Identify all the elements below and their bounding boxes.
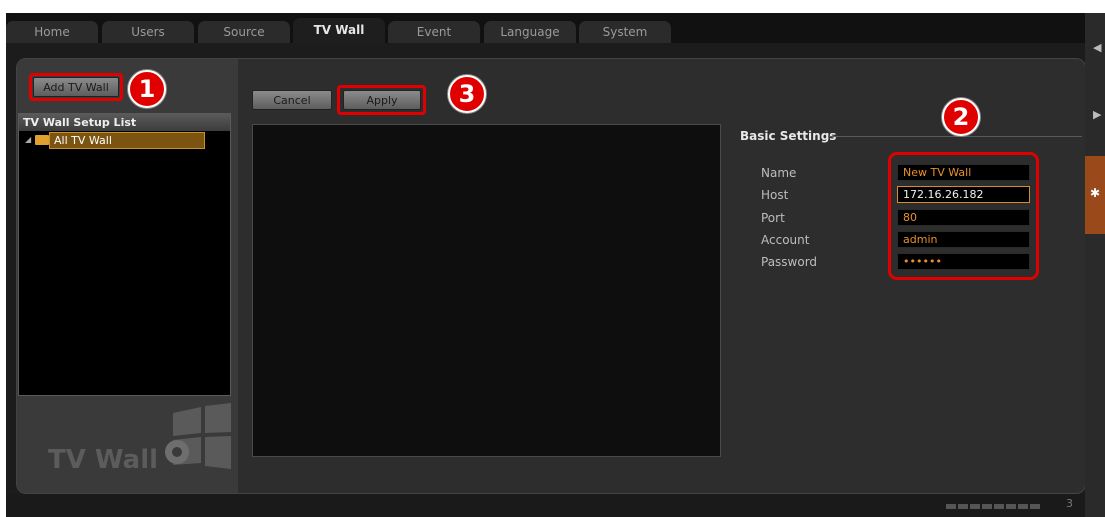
status-count: 3 (1066, 497, 1073, 510)
tab-home[interactable]: Home (6, 21, 98, 43)
host-label: Host (761, 188, 789, 202)
main-tab-bar: Home Users Source TV Wall Event Language… (6, 13, 1091, 43)
step-2-badge: 2 (942, 98, 980, 136)
expand-icon[interactable]: ▶ (1093, 108, 1101, 121)
name-label: Name (761, 166, 797, 180)
highlight-add-tv-wall (29, 73, 123, 101)
signal-meter (946, 504, 1040, 509)
tree-item-label: All TV Wall (54, 134, 112, 147)
tab-source[interactable]: Source (198, 21, 290, 43)
tree-item-all-tv-wall[interactable]: All TV Wall (49, 132, 205, 149)
password-label: Password (761, 255, 818, 269)
tv-wall-logo: TV Wall (18, 403, 231, 478)
tree-header: TV Wall Setup List (19, 114, 230, 131)
side-settings-tab[interactable]: ✱ (1085, 156, 1105, 234)
section-divider (828, 136, 1082, 137)
step-3-badge: 3 (448, 75, 486, 113)
expand-arrow-icon[interactable]: ◢ (25, 135, 31, 144)
status-bar: 3 (6, 494, 1091, 517)
tab-event[interactable]: Event (388, 21, 480, 43)
collapse-icon[interactable]: ◀ (1093, 41, 1101, 54)
account-label: Account (761, 233, 810, 247)
highlight-basic-settings (888, 152, 1039, 280)
right-side-strip: ◀ ▶ ✱ (1085, 13, 1105, 517)
port-label: Port (761, 211, 785, 225)
app-window: Home Users Source TV Wall Event Language… (6, 13, 1091, 517)
cancel-button[interactable]: Cancel (252, 90, 332, 110)
step-1-badge: 1 (128, 70, 166, 108)
tab-tv-wall[interactable]: TV Wall (293, 18, 385, 43)
tab-users[interactable]: Users (102, 21, 194, 43)
highlight-apply (337, 85, 426, 115)
basic-settings-title: Basic Settings (740, 129, 837, 143)
tv-wall-grid-icon (165, 403, 231, 469)
tool-icon: ✱ (1090, 186, 1101, 200)
tab-system[interactable]: System (579, 21, 671, 43)
logo-text: TV Wall (48, 445, 159, 475)
tv-wall-preview-area (252, 124, 721, 457)
tv-wall-setup-list: TV Wall Setup List ◢ All TV Wall (18, 113, 231, 396)
folder-icon (35, 135, 49, 145)
tab-language[interactable]: Language (484, 21, 576, 43)
